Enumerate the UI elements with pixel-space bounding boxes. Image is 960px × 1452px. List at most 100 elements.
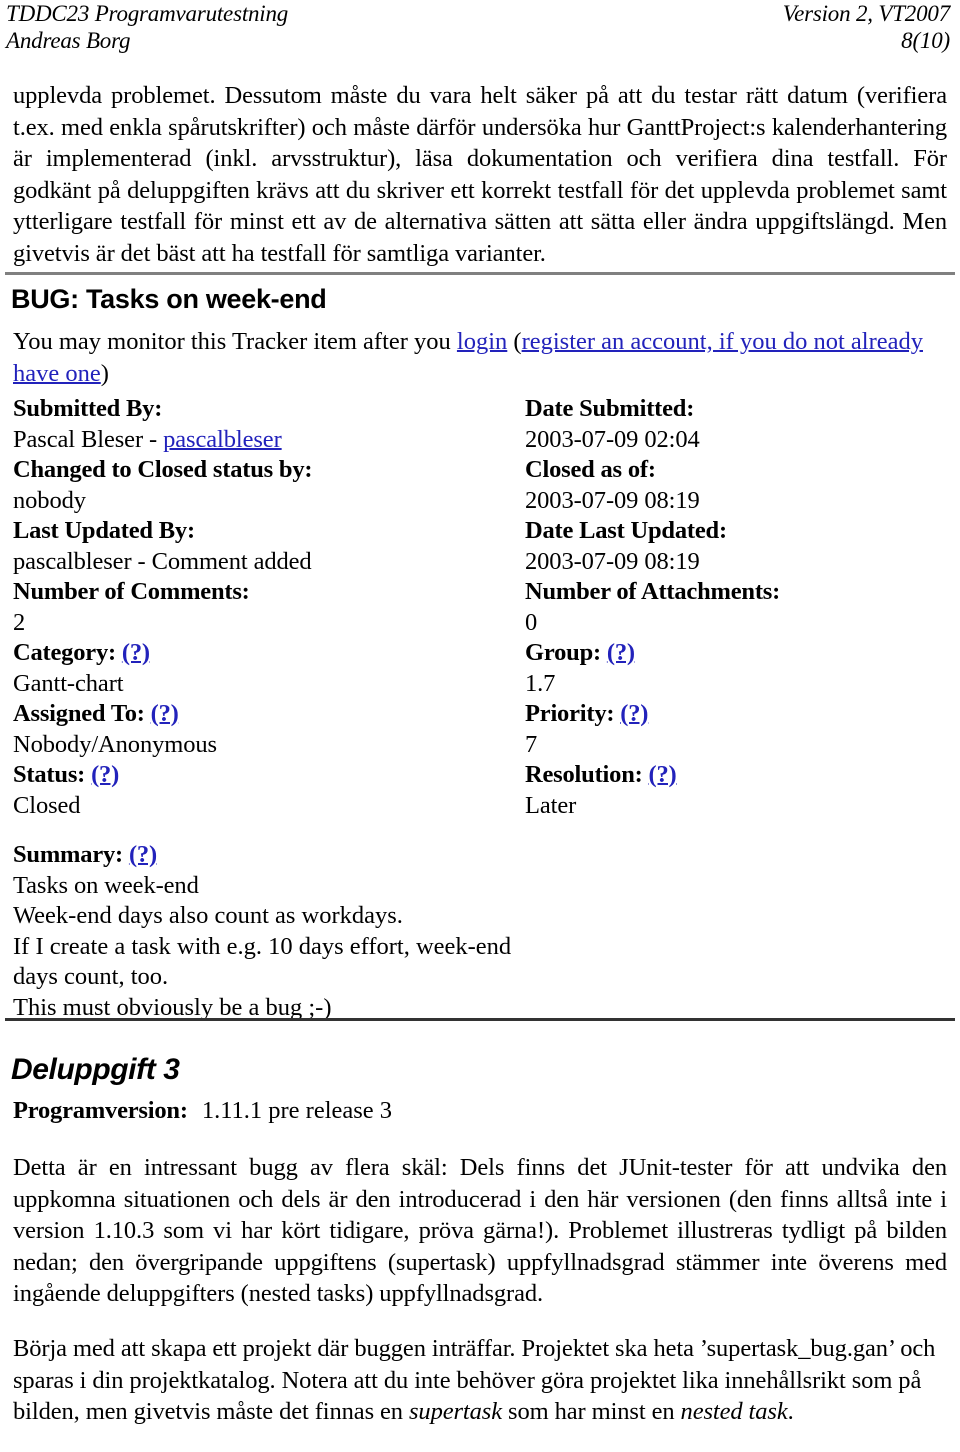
label-text: Group: [525,639,601,666]
body2-line-1: Börja med att skapa ett projekt där bugg… [13,1335,694,1362]
resolution-help-link[interactable]: (?) [649,761,677,788]
field-status: Status: (?) Closed [13,760,525,821]
field-date-submitted: Date Submitted: 2003-07-09 02:04 [525,394,943,455]
assigned-to-help-link[interactable]: (?) [151,700,179,727]
body1-line-2: uppkomna situationen och dels är den int… [13,1185,888,1213]
tracker-row: Number of Comments: 2 Number of Attachme… [13,577,943,638]
field-value: Gantt-chart [13,669,124,697]
field-label: Number of Comments: [13,578,250,605]
field-date-last-updated: Date Last Updated: 2003-07-09 08:19 [525,516,943,577]
tracker-row: Last Updated By: pascalbleser - Comment … [13,516,943,577]
header-page-number: 8(10) [901,28,950,53]
field-priority: Priority: (?) 7 [525,699,943,760]
description-line: If I create a task with e.g. 10 days eff… [13,932,512,960]
field-label: Status: (?) [13,760,525,791]
document-page: TDDC23 Programvarutestning Version 2, VT… [0,0,960,1452]
field-category: Category: (?) Gantt-chart [13,638,525,699]
status-help-link[interactable]: (?) [91,761,119,788]
field-value: Pascal Bleser - pascalbleser [13,425,525,456]
field-label: Date Submitted: [525,395,695,422]
header-row-1: TDDC23 Programvarutestning Version 2, VT… [6,0,950,27]
intro-paragraph: upplevda problemet. Dessutom måste du va… [13,80,947,269]
bug-summary-block: Summary: (?) Tasks on week-end Week-end … [13,840,943,1023]
intro-line-1: upplevda problemet. Dessutom måste du va… [13,82,848,109]
login-link[interactable]: login [457,328,507,355]
field-value: pascalbleser - Comment added [13,547,312,575]
label-text: Status: [13,761,86,788]
field-number-of-comments: Number of Comments: 2 [13,577,525,638]
program-version-value: 1.11.1 pre release 3 [201,1097,393,1124]
field-label: Number of Attachments: [525,578,781,605]
header-author: Andreas Borg [6,28,131,53]
body2-line-4a: har minst en [554,1398,681,1425]
field-value: 2 [13,608,26,636]
tracker-field-grid: Submitted By: Pascal Bleser - pascalbles… [13,394,943,821]
submitter-name: Pascal Bleser - [13,425,164,453]
bug-heading: BUG: Tasks on week-end [11,284,327,314]
header-course-title: TDDC23 Programvarutestning [6,1,289,26]
field-assigned-to: Assigned To: (?) Nobody/Anonymous [13,699,525,760]
section-heading-deluppgift-3: Deluppgift 3 [11,1053,180,1086]
field-closed-as-of: Closed as of: 2003-07-09 08:19 [525,455,943,516]
body-paragraph-1: Detta är en intressant bugg av flera skä… [13,1152,947,1310]
field-value: Nobody/Anonymous [13,730,217,758]
monitor-text-mid: ( [507,328,522,355]
description-line: Week-end days also count as workdays. [13,902,403,929]
priority-help-link[interactable]: (?) [620,700,648,727]
field-last-updated-by: Last Updated By: pascalbleser - Comment … [13,516,525,577]
summary-value: Tasks on week-end [13,871,199,899]
monitor-text-after: ) [100,359,109,387]
field-number-of-attachments: Number of Attachments: 0 [525,577,943,638]
program-version-label: Programversion: [13,1097,188,1124]
field-label: Changed to Closed status by: [13,456,313,483]
tracker-row: Changed to Closed status by: nobody Clos… [13,455,943,516]
tracker-row: Status: (?) Closed Resolution: (?) Later [13,760,943,821]
label-text: Category: [13,639,116,666]
tracker-row: Assigned To: (?) Nobody/Anonymous Priori… [13,699,943,760]
field-label: Priority: (?) [525,699,943,730]
field-value: 0 [525,608,538,636]
field-label: Category: (?) [13,638,525,669]
field-label: Date Last Updated: [525,517,727,544]
label-text: Priority: [525,700,615,727]
field-label: Group: (?) [525,638,943,669]
group-help-link[interactable]: (?) [607,639,635,666]
body1-line-1: Detta är en intressant bugg av flera skä… [13,1154,947,1181]
field-value: 2003-07-09 02:04 [525,425,700,453]
field-submitted-by: Submitted By: Pascal Bleser - pascalbles… [13,394,525,455]
field-value: 1.7 [525,669,556,697]
label-text: Assigned To: [13,700,145,727]
header-row-2: Andreas Borg 8(10) [6,27,950,54]
body2-line-4c: . [787,1398,794,1425]
header-version: Version 2, VT2007 [782,1,950,26]
field-value: Closed [13,791,81,819]
divider-below-bug [5,1018,955,1021]
field-label: Last Updated By: [13,517,195,544]
field-label: Assigned To: (?) [13,699,525,730]
submitter-username-link[interactable]: pascalbleser [163,426,282,453]
tracker-row: Submitted By: Pascal Bleser - pascalbles… [13,394,943,455]
term-nested-task: nested task [680,1398,788,1425]
body2-line-3c: som [502,1398,549,1425]
description-line: days count, too. [13,963,169,990]
divider-above-bug [5,272,955,275]
field-changed-to-closed-by: Changed to Closed status by: nobody [13,455,525,516]
label-text: Resolution: [525,761,643,788]
term-supertask: supertask [408,1398,502,1425]
field-value: 7 [525,730,538,758]
field-group: Group: (?) 1.7 [525,638,943,699]
summary-label-row: Summary: (?) [13,840,943,871]
program-version-row: Programversion: 1.11.1 pre release 3 [13,1096,392,1126]
field-value: 2003-07-09 08:19 [525,547,700,575]
tracker-monitor-text: You may monitor this Tracker item after … [13,326,933,389]
field-value: Later [525,791,577,819]
field-label: Closed as of: [525,456,656,483]
field-resolution: Resolution: (?) Later [525,760,943,821]
summary-help-link[interactable]: (?) [129,841,157,868]
body-paragraph-2: Börja med att skapa ett projekt där bugg… [13,1333,947,1428]
field-value: nobody [13,486,86,514]
label-text: Summary: [13,841,124,868]
category-help-link[interactable]: (?) [122,639,150,666]
tracker-row: Category: (?) Gantt-chart Group: (?) 1.7 [13,638,943,699]
field-label: Submitted By: [13,395,163,422]
